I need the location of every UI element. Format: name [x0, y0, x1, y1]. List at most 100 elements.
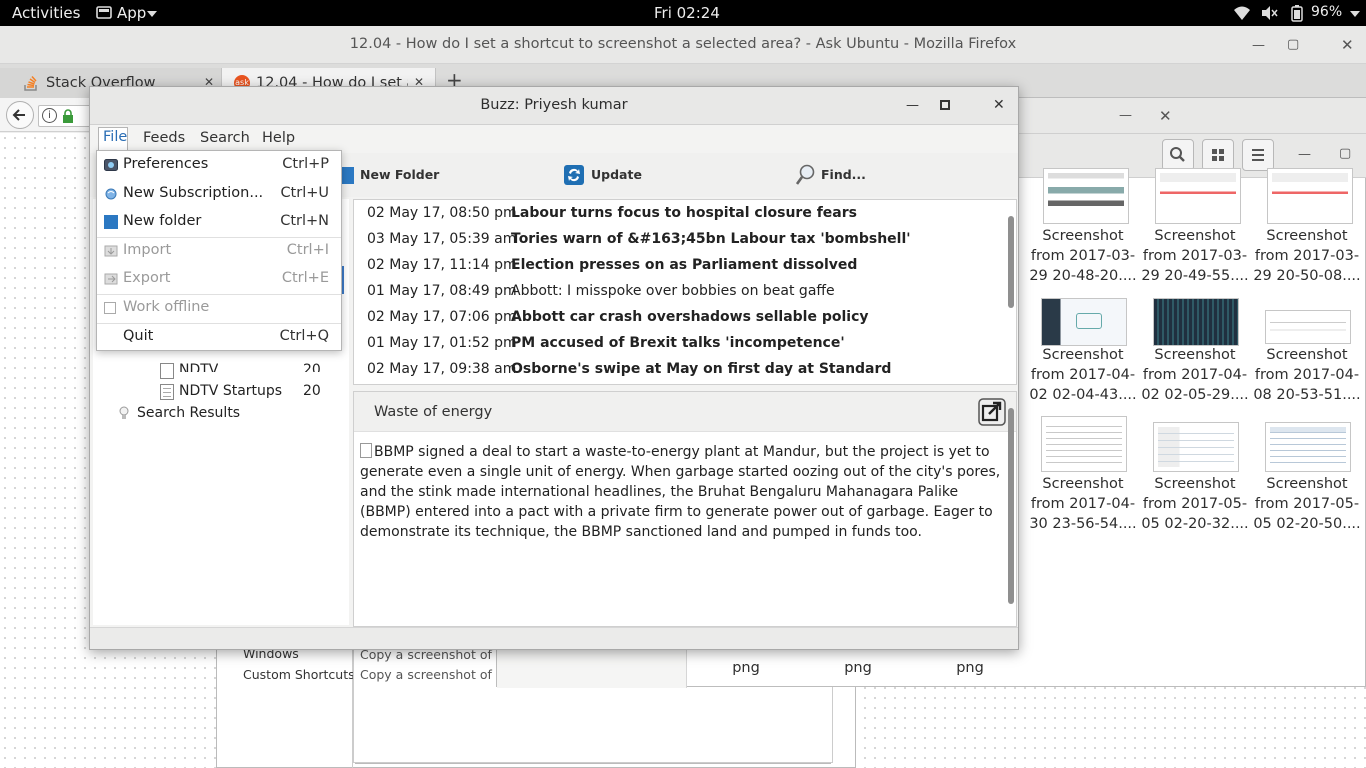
- menu-item-accel: Ctrl+U: [280, 185, 329, 201]
- headline-scrollbar[interactable]: [1008, 216, 1014, 308]
- lightbulb-icon: [119, 406, 129, 422]
- shortcut-row[interactable]: Copy a screenshot of an area to clipboar…: [360, 667, 500, 682]
- file-thumbnail[interactable]: [1041, 298, 1127, 346]
- gnome-top-bar: Activities App Fri 02:24 96%: [0, 0, 1366, 26]
- status-bar: [90, 627, 1018, 649]
- file-name-line: 29 20-48-20....: [1029, 268, 1137, 284]
- file-thumbnail[interactable]: [1153, 298, 1239, 346]
- file-thumbnail[interactable]: [1265, 310, 1351, 344]
- headline-title: Osborne's swipe at May on first day at S…: [511, 361, 892, 377]
- file-name[interactable]: Screenshot from 2017-03- 29 20-48-20....: [1028, 226, 1138, 286]
- file-name[interactable]: Screenshot from 2017-03- 29 20-50-08....: [1252, 226, 1362, 286]
- file-name[interactable]: Screenshot from 2017-05- 05 02-20-32....: [1140, 474, 1250, 534]
- close-icon[interactable]: ✕: [1341, 36, 1354, 54]
- file-thumbnail[interactable]: [1265, 422, 1351, 472]
- feed-count: 20: [303, 383, 321, 399]
- clock[interactable]: Fri 02:24: [654, 4, 720, 22]
- feed-count: 20: [303, 362, 321, 372]
- feed-ndtv-startups[interactable]: NDTV Startups: [179, 383, 282, 399]
- category-custom-shortcuts[interactable]: Custom Shortcuts: [243, 667, 355, 682]
- file-name-line: Screenshot: [1266, 228, 1348, 244]
- new-folder-label: New Folder: [360, 167, 440, 182]
- wifi-icon[interactable]: [1233, 5, 1251, 21]
- battery-icon[interactable]: [1291, 4, 1303, 22]
- headline-row[interactable]: 01 May 17, 01:52 pmPM accused of Brexit …: [367, 335, 845, 357]
- file-name-line: from 2017-05-: [1142, 496, 1248, 512]
- grid-view-button[interactable]: [1202, 139, 1234, 171]
- activities-button[interactable]: Activities: [12, 4, 80, 22]
- file-thumbnail[interactable]: [1267, 168, 1353, 224]
- info-icon[interactable]: i: [42, 108, 57, 123]
- minimize-icon[interactable]: —: [1252, 38, 1265, 53]
- new-folder-button[interactable]: New Folder: [340, 165, 564, 191]
- maximize-icon[interactable]: ▢: [1287, 37, 1299, 52]
- headline-date: 01 May 17, 08:49 pm: [367, 283, 517, 299]
- menu-item-accel: Ctrl+Q: [279, 328, 329, 344]
- chevron-down-icon: [147, 11, 157, 27]
- close-icon[interactable]: ✕: [993, 97, 1005, 113]
- article-scrollbar[interactable]: [1008, 408, 1014, 604]
- headline-row[interactable]: 02 May 17, 08:50 pmLabour turns focus to…: [367, 205, 857, 227]
- file-thumbnail[interactable]: [1041, 416, 1127, 472]
- menu-feeds[interactable]: Feeds: [143, 130, 185, 146]
- menu-item-accel: Ctrl+I: [286, 242, 329, 258]
- close-icon[interactable]: ✕: [1159, 107, 1172, 125]
- menu-item-label: Preferences: [123, 156, 209, 172]
- maximize-icon[interactable]: [940, 100, 950, 110]
- list-menu-button[interactable]: [1242, 139, 1274, 171]
- file-name[interactable]: Screenshot from 2017-04- 02 02-05-29....: [1140, 345, 1250, 405]
- menu-item-preferences[interactable]: Preferences Ctrl+P: [97, 151, 341, 179]
- file-name[interactable]: Screenshot from 2017-03- 29 20-49-55....: [1140, 226, 1250, 286]
- menu-item-import[interactable]: Import Ctrl+I: [97, 237, 341, 265]
- globe-icon: [104, 187, 118, 201]
- file-extension[interactable]: png: [803, 658, 913, 678]
- headline-row[interactable]: 02 May 17, 07:06 pmAbbott car crash over…: [367, 309, 869, 331]
- maximize-icon[interactable]: ▢: [1339, 146, 1351, 161]
- file-thumbnail[interactable]: [1043, 168, 1129, 224]
- file-extension[interactable]: png: [691, 658, 801, 678]
- find-button[interactable]: Find...: [796, 163, 996, 189]
- file-name[interactable]: Screenshot from 2017-04- 30 23-56-54....: [1028, 474, 1138, 534]
- shortcut-categories: Windows Custom Shortcuts: [239, 641, 355, 768]
- headline-row[interactable]: 02 May 17, 11:14 pmElection presses on a…: [367, 257, 857, 279]
- menu-item-label: Import: [123, 242, 172, 258]
- back-button[interactable]: [6, 101, 34, 129]
- file-name[interactable]: Screenshot from 2017-05- 05 02-20-50....: [1252, 474, 1362, 534]
- file-name-line: Screenshot: [1042, 347, 1124, 363]
- menu-help[interactable]: Help: [262, 130, 295, 146]
- headline-row[interactable]: 01 May 17, 08:49 pmAbbott: I misspoke ov…: [367, 283, 835, 305]
- menu-item-new-folder[interactable]: New folder Ctrl+N: [97, 208, 341, 236]
- open-in-browser-icon[interactable]: [978, 398, 1006, 426]
- feed-ndtv[interactable]: NDTV: [179, 362, 218, 372]
- file-thumbnail[interactable]: [1153, 422, 1239, 472]
- update-button[interactable]: Update: [564, 165, 764, 191]
- headline-title: Labour turns focus to hospital closure f…: [511, 205, 857, 221]
- file-thumbnail[interactable]: [1155, 168, 1241, 224]
- menu-search[interactable]: Search: [200, 130, 250, 146]
- menu-item-new-subscription[interactable]: New Subscription... Ctrl+U: [97, 180, 341, 208]
- menu-file-active[interactable]: File: [103, 129, 127, 145]
- menu-item-label: New Subscription...: [123, 185, 264, 201]
- volume-muted-icon[interactable]: [1260, 5, 1278, 21]
- checkbox-icon[interactable]: [104, 302, 116, 314]
- minimize-icon[interactable]: —: [906, 98, 919, 113]
- app-menu-icon: [96, 6, 112, 22]
- search-button[interactable]: [1162, 139, 1194, 171]
- menu-item-export[interactable]: Export Ctrl+E: [97, 265, 341, 293]
- minimize-icon[interactable]: —: [1298, 147, 1311, 162]
- file-name[interactable]: Screenshot from 2017-04- 08 20-53-51....: [1252, 345, 1362, 405]
- headline-row[interactable]: 02 May 17, 09:38 amOsborne's swipe at Ma…: [367, 361, 891, 383]
- headline-row[interactable]: 03 May 17, 05:39 amTories warn of &#163;…: [367, 231, 911, 253]
- system-menu-arrow-icon[interactable]: [1350, 11, 1360, 27]
- app-menu-button[interactable]: App: [117, 4, 146, 22]
- article-title: Waste of energy: [374, 404, 493, 420]
- headline-list: 02 May 17, 08:50 pmLabour turns focus to…: [353, 199, 1017, 385]
- file-name[interactable]: Screenshot from 2017-04- 02 02-04-43....: [1028, 345, 1138, 405]
- file-extension[interactable]: png: [915, 658, 1025, 678]
- minimize-icon[interactable]: —: [1119, 108, 1132, 123]
- menu-item-work-offline[interactable]: Work offline: [97, 294, 341, 322]
- search-results-item[interactable]: Search Results: [137, 405, 240, 421]
- headline-title: PM accused of Brexit talks 'incompetence…: [511, 335, 845, 351]
- menu-item-quit[interactable]: Quit Ctrl+Q: [97, 323, 341, 351]
- article-header: Waste of energy: [354, 392, 1016, 432]
